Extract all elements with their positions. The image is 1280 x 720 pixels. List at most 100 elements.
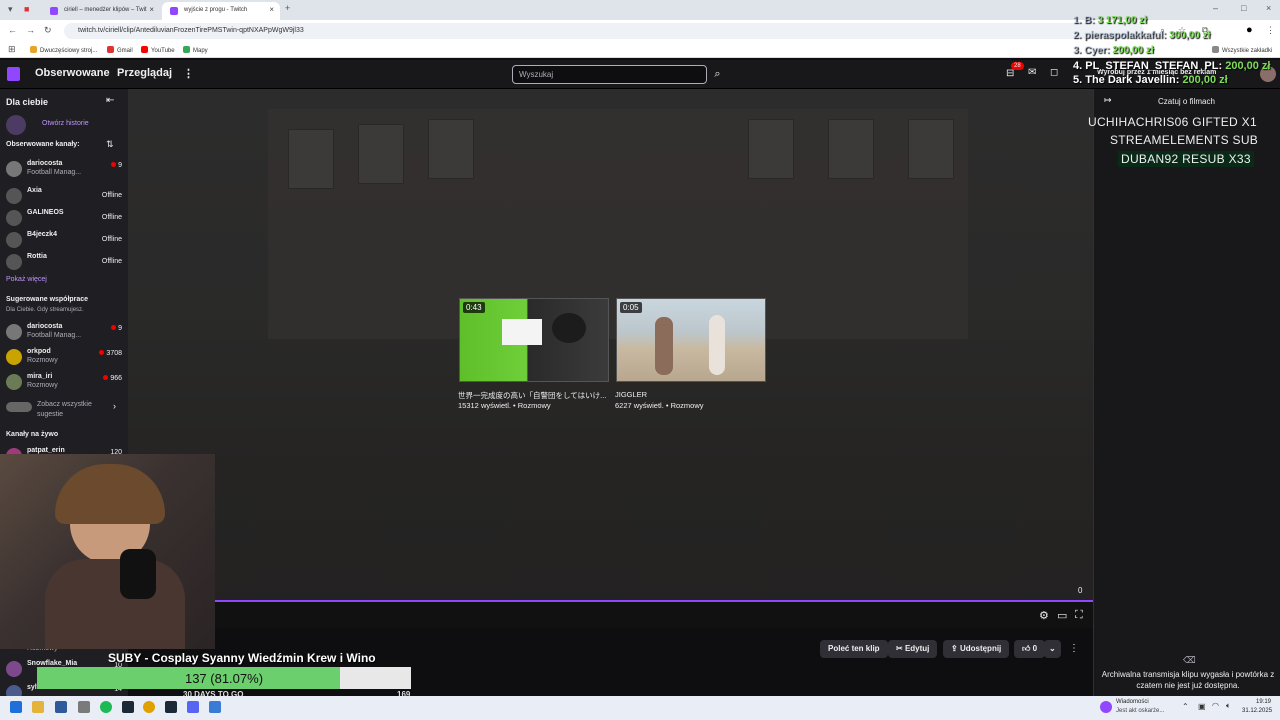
twitch-logo-icon[interactable]: [7, 67, 20, 81]
bookmark-youtube[interactable]: YouTube: [141, 46, 175, 54]
browser-menu-icon[interactable]: ⋮: [1266, 25, 1275, 36]
tab-menu-icon[interactable]: ▾: [8, 4, 13, 15]
bookmark-gmail[interactable]: Gmail: [107, 46, 133, 54]
like-dropdown-chevron-down-icon[interactable]: ⌄: [1044, 640, 1061, 658]
spotify-icon[interactable]: [100, 701, 112, 713]
leaderboard-name: 3. Cyer:: [1073, 45, 1113, 56]
show-more-link[interactable]: Pokaż więcej: [6, 276, 47, 283]
collapse-sidebar-icon[interactable]: ⇤: [106, 95, 114, 106]
offline-status: Offline: [101, 236, 122, 243]
profile-icon[interactable]: ●: [1246, 24, 1253, 36]
sidebar-channel-dariocosta[interactable]: dariocosta Football Manag... 9: [6, 159, 122, 181]
leaderboard-amount: 200,00 zł: [1112, 45, 1154, 56]
whispers-icon[interactable]: ◻: [1050, 67, 1058, 78]
recommend-clip-button[interactable]: Poleć ten klip: [820, 640, 888, 658]
tab-clip-manager[interactable]: ciriell – menedżer klipów – Twit ×: [42, 2, 160, 20]
clock-date[interactable]: 31.12.2025: [1242, 708, 1272, 714]
suggested-subtitle: Dla Ciebie. Gdy streamujesz.: [6, 307, 84, 313]
sidebar-suggested-dariocosta[interactable]: dariocosta Football Manag... 9: [6, 322, 122, 344]
all-bookmarks[interactable]: Wszystkie zakładki: [1212, 46, 1272, 54]
leaderboard-name: 5. The Dark Javellin:: [1073, 74, 1183, 86]
clock-time[interactable]: 19:19: [1256, 699, 1271, 705]
volume-icon[interactable]: 🔈︎: [1226, 701, 1231, 711]
clip-title[interactable]: JIGGLER: [615, 390, 647, 399]
discord-icon[interactable]: [187, 701, 199, 713]
sidebar-suggested-orkpod[interactable]: orkpod Rozmowy 3708: [6, 347, 122, 369]
minimize-icon[interactable]: –: [1213, 3, 1218, 13]
collapse-chat-icon[interactable]: ↦: [1104, 95, 1112, 106]
sidebar-suggested-mira-iri[interactable]: mira_iri Rozmowy 966: [6, 372, 122, 394]
url-text: twitch.tv/ciriell/clip/AntediluvianFroze…: [78, 27, 304, 34]
steam-icon[interactable]: [122, 701, 134, 713]
suggested-clip-1[interactable]: 0:43: [459, 298, 609, 382]
bookmark-label: YouTube: [151, 48, 175, 54]
url-field[interactable]: twitch.tv/ciriell/clip/AntediluvianFroze…: [64, 23, 1144, 39]
subgoal-progress-bar: 137 (81.07%): [37, 667, 411, 689]
file-explorer-icon[interactable]: [32, 701, 44, 713]
inbox-icon[interactable]: ✉: [1028, 67, 1036, 78]
new-tab-icon[interactable]: +: [285, 3, 290, 13]
settings-gear-icon[interactable]: ⚙: [1039, 609, 1049, 622]
clip-title[interactable]: 世界一完成度の高い「自警団をしてはいけ...: [458, 390, 606, 401]
wifi-icon[interactable]: ◠: [1212, 701, 1219, 710]
followed-header: Obserwowane kanały:: [6, 141, 80, 148]
suggested-clip-2[interactable]: 0:05: [616, 298, 766, 382]
nav-more-icon[interactable]: ⋮: [183, 67, 194, 80]
viewer-count-value: 966: [110, 375, 122, 382]
theatre-mode-icon[interactable]: ▭: [1057, 609, 1067, 622]
chrome-icon[interactable]: [143, 701, 155, 713]
back-icon[interactable]: ←: [8, 25, 17, 35]
news-title[interactable]: Wiadomości: [1116, 699, 1149, 705]
search-placeholder: Wyszukaj: [519, 70, 554, 79]
app-icon[interactable]: [209, 701, 221, 713]
avatar: [6, 661, 22, 677]
nav-browse[interactable]: Przeglądaj: [117, 67, 172, 79]
reload-icon[interactable]: ↻: [44, 25, 52, 36]
close-tab-icon[interactable]: ×: [269, 5, 274, 14]
channel-game: Rozmowy: [27, 382, 58, 389]
event-line: DUBAN92 RESUB X33: [1118, 151, 1254, 167]
gmail-tab-icon[interactable]: ■: [24, 4, 29, 14]
sidebar-channel-rottia[interactable]: Rottia Offline: [6, 252, 122, 274]
channel-game: Football Manag...: [27, 332, 82, 339]
steam-icon[interactable]: [165, 701, 177, 713]
offline-status: Offline: [101, 258, 122, 265]
fullscreen-icon[interactable]: ⛶: [1075, 609, 1083, 622]
video-window-shape: [828, 119, 874, 179]
sidebar-channel-b4jeczk4[interactable]: B4jeczk4 Offline: [6, 230, 122, 252]
close-tab-icon[interactable]: ×: [149, 5, 154, 14]
maximize-icon[interactable]: □: [1241, 3, 1246, 13]
tray-chevron-up-icon[interactable]: ⌃: [1182, 702, 1189, 711]
close-window-icon[interactable]: ×: [1266, 3, 1271, 13]
nav-following[interactable]: Obserwowane: [35, 67, 110, 79]
see-all-suggestions[interactable]: Zobacz wszystkie sugestie ›: [6, 399, 122, 421]
bookmark-label: Mapy: [193, 48, 208, 54]
apps-icon[interactable]: ⊞: [8, 44, 16, 55]
start-icon[interactable]: [10, 701, 22, 713]
search-input[interactable]: Wyszukaj: [512, 65, 707, 84]
edit-button[interactable]: ✂ Edytuj: [888, 640, 938, 658]
news-icon[interactable]: [1100, 701, 1112, 713]
sort-icon[interactable]: ⇅: [106, 139, 114, 150]
tab-clip[interactable]: wyjście z progu - Twitch ×: [162, 2, 280, 20]
more-options-icon[interactable]: ⋮: [1069, 643, 1079, 654]
chat-header: Czatuj o filmach: [1158, 97, 1215, 106]
share-button[interactable]: ⇪ Udostępnij: [943, 640, 1010, 658]
bookmark-label: Wszystkie zakładki: [1222, 48, 1273, 54]
twitch-favicon-icon: [50, 7, 58, 15]
app-icon[interactable]: [78, 701, 90, 713]
bookmark-item[interactable]: Dwuczęściowy stroj...: [30, 46, 97, 54]
video-window-shape: [358, 124, 404, 184]
sidebar-channel-galineos[interactable]: GALINEOS Offline: [6, 208, 122, 230]
forward-icon[interactable]: →: [26, 25, 35, 35]
tray-icon[interactable]: ▣: [1198, 702, 1206, 711]
video-player[interactable]: [128, 89, 1093, 628]
bookmark-maps[interactable]: Mapy: [183, 46, 208, 54]
open-history-link[interactable]: Otwórz historie: [42, 120, 89, 127]
app-icon[interactable]: [55, 701, 67, 713]
leaderboard-name: 1. B:: [1073, 15, 1098, 26]
sidebar-channel-axia[interactable]: Axia Offline: [6, 186, 122, 208]
like-button[interactable]: 👍︎ 0: [1014, 640, 1046, 658]
search-icon[interactable]: ⌕: [708, 65, 727, 84]
bookmark-label: Gmail: [117, 48, 133, 54]
